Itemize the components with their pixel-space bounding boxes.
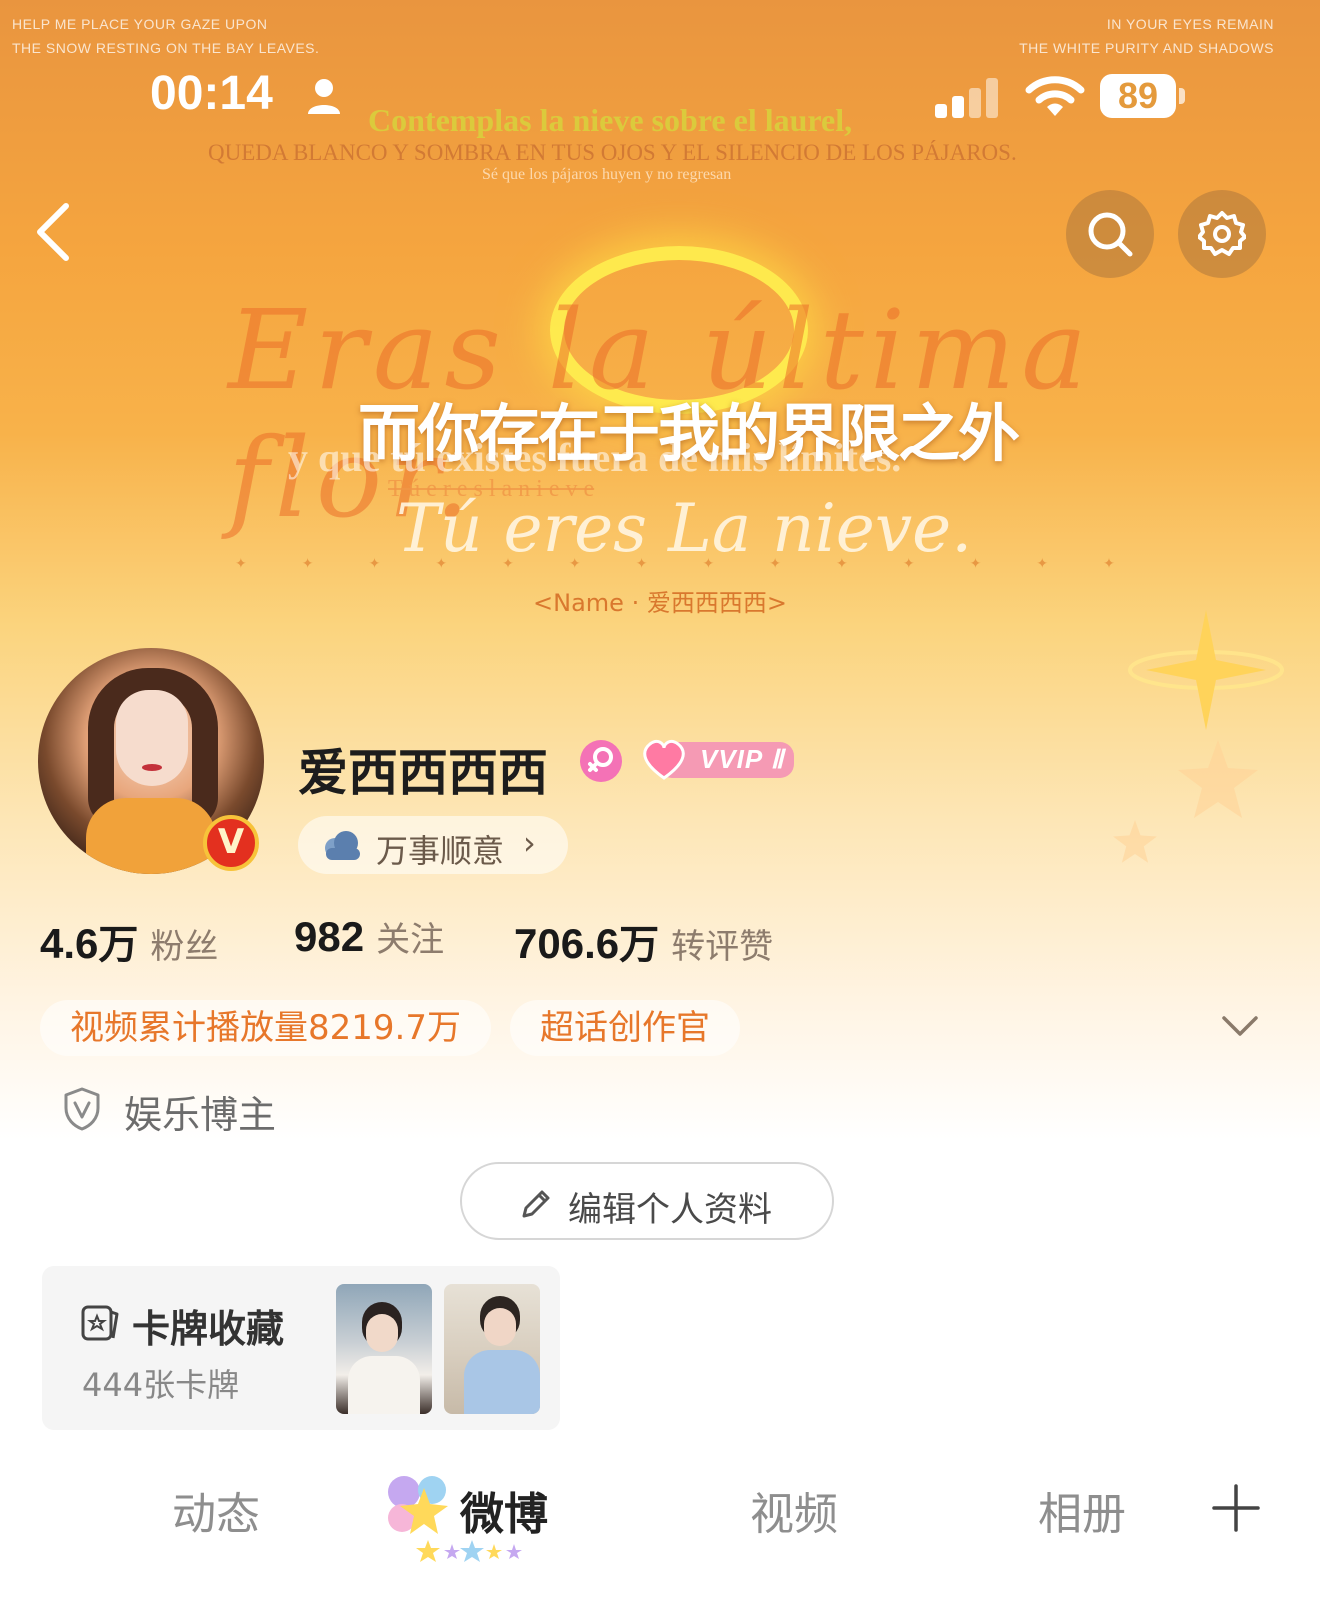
stat-followers[interactable]: 4.6万 粉丝	[40, 912, 218, 970]
card-thumbnail[interactable]	[336, 1284, 432, 1414]
tab-weibo[interactable]: 微博	[460, 1478, 548, 1542]
shield-v-icon	[64, 1087, 100, 1131]
dot-divider: ✦ ✦ ✦ ✦ ✦ ✦ ✦ ✦ ✦ ✦ ✦ ✦ ✦ ✦	[235, 556, 1115, 572]
cover-caption-right: IN YOUR EYES REMAIN THE WHITE PURITY AND …	[1019, 16, 1274, 56]
search-icon	[1088, 212, 1133, 257]
status-time: 00:14	[150, 67, 273, 120]
star-decoration-icon	[1113, 820, 1157, 863]
wish-status-chip[interactable]: 万事顺意 ›	[298, 816, 568, 874]
cover-caption-left: HELP ME PLACE YOUR GAZE UPON THE SNOW RES…	[12, 16, 320, 56]
edit-profile-button[interactable]: 编辑个人资料	[460, 1162, 834, 1240]
female-gender-icon	[580, 740, 622, 782]
tag-super-topic-creator[interactable]: 超话创作官	[510, 1000, 740, 1056]
stat-reposts-comments-likes[interactable]: 706.6万 转评赞	[514, 912, 773, 970]
tab-video[interactable]: 视频	[750, 1478, 838, 1542]
chevron-right-icon: ›	[523, 824, 536, 862]
gear-icon	[1198, 211, 1246, 256]
back-button[interactable]	[30, 200, 80, 264]
settings-button[interactable]	[1178, 190, 1266, 278]
stars-underline-icon	[416, 1540, 522, 1562]
signal-icon	[935, 78, 998, 118]
wifi-icon	[1025, 76, 1085, 116]
star-flower-icon	[388, 1476, 448, 1534]
cover-line-1: Contemplas la nieve sobre el laurel,	[368, 102, 853, 138]
vvip-label: VVIP Ⅱ	[700, 744, 785, 774]
chevron-down-icon[interactable]	[1220, 1010, 1260, 1040]
sparkle-star-icon	[1128, 610, 1284, 730]
tab-album[interactable]: 相册	[1038, 1478, 1126, 1542]
category-label: 娱乐博主	[124, 1093, 277, 1137]
cover-spanish-line: y que tú existes fuera de mis límites.	[288, 435, 902, 480]
cloud-icon	[325, 831, 360, 860]
pencil-icon	[522, 1190, 550, 1218]
card-collection-title: 卡牌收藏	[132, 1307, 285, 1351]
card-thumbnail[interactable]	[444, 1284, 540, 1414]
plus-icon[interactable]	[1212, 1484, 1260, 1532]
card-icon	[81, 1305, 119, 1341]
person-icon	[308, 79, 340, 114]
stat-following[interactable]: 982 关注	[294, 912, 444, 961]
username: 爱西西西西	[298, 744, 548, 802]
tab-activity[interactable]: 动态	[172, 1478, 260, 1542]
battery-indicator: 89	[1100, 74, 1186, 120]
cover-line-3: Sé que los pájaros huyen y no regresan	[482, 166, 732, 183]
tag-video-plays[interactable]: 视频累计播放量8219.7万	[40, 1000, 491, 1056]
card-collection-count: 444张卡牌	[82, 1366, 240, 1404]
cover-name-tag: <Name · 爱西西西西>	[533, 589, 787, 617]
card-collection[interactable]: 卡牌收藏 444张卡牌	[42, 1266, 560, 1430]
star-decoration-icon	[1178, 740, 1258, 818]
search-button[interactable]	[1066, 190, 1154, 278]
verified-badge: V	[203, 815, 259, 871]
cover-line-2: QUEDA BLANCO Y SOMBRA EN TUS OJOS Y EL S…	[208, 140, 1017, 165]
